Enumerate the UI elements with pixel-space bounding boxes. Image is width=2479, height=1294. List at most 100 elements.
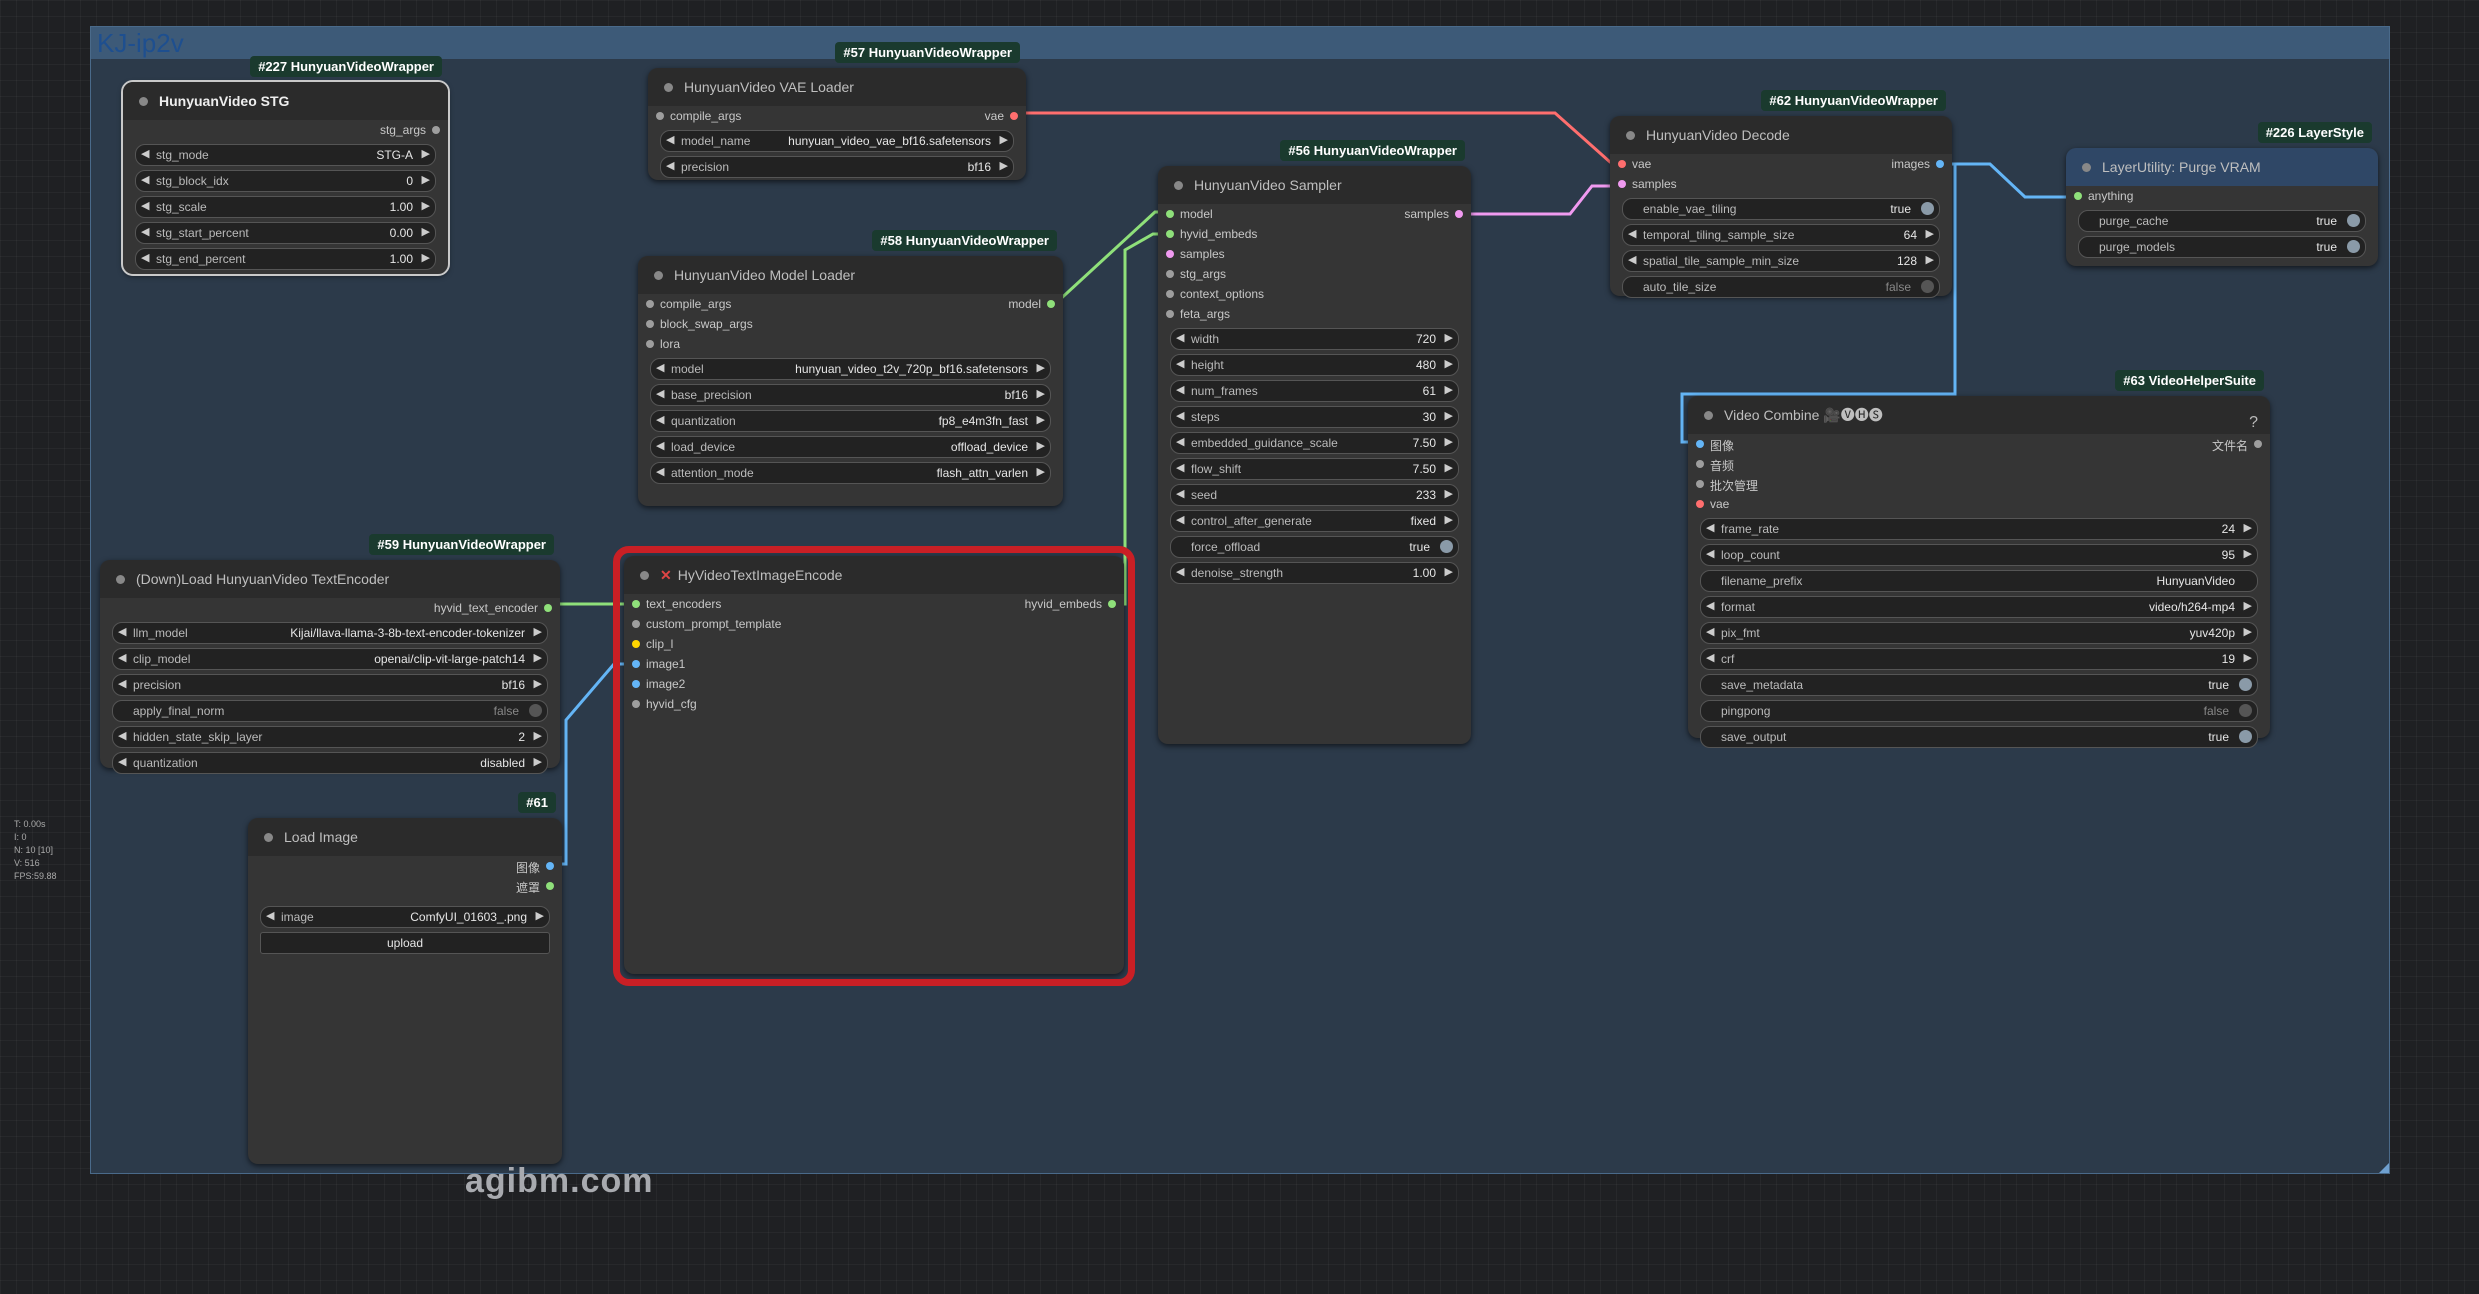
stg-widget[interactable]: ◀ stg_end_percent 1.00 ▶ (135, 248, 436, 270)
output-socket[interactable] (1936, 160, 1944, 168)
arrow-left-icon[interactable]: ◀ (1176, 409, 1184, 422)
input-socket[interactable] (632, 680, 640, 688)
input-slot[interactable]: image2 (624, 674, 1124, 694)
input-slot[interactable]: anything (2066, 186, 2378, 206)
arrow-right-icon[interactable]: ▶ (1037, 361, 1045, 374)
auto-tile-size-toggle[interactable]: auto_tile_size false (1622, 276, 1940, 298)
arrow-right-icon[interactable]: ▶ (1445, 435, 1453, 448)
arrow-right-icon[interactable]: ▶ (1926, 227, 1934, 240)
enable-vae-tiling-toggle[interactable]: enable_vae_tiling true (1622, 198, 1940, 220)
arrow-left-icon[interactable]: ◀ (1706, 547, 1714, 560)
video-combine-toggle[interactable]: pingpong false (1700, 700, 2258, 722)
force-offload-toggle[interactable]: force_offload true (1170, 536, 1459, 558)
video-combine-widget[interactable]: ◀ crf 19 ▶ (1700, 648, 2258, 670)
arrow-left-icon[interactable]: ◀ (1706, 521, 1714, 534)
arrow-left-icon[interactable]: ◀ (141, 199, 149, 212)
model-loader-widget[interactable]: ◀ quantization fp8_e4m3fn_fast ▶ (650, 410, 1051, 432)
arrow-right-icon[interactable]: ▶ (1445, 383, 1453, 396)
node-vae-loader[interactable]: #57 HunyuanVideoWrapper HunyuanVideo VAE… (648, 42, 1026, 180)
input-slot[interactable]: samples (1158, 244, 1471, 264)
input-socket[interactable] (1696, 460, 1704, 468)
output-slot[interactable]: hyvid_text_encoder (100, 598, 560, 618)
arrow-right-icon[interactable]: ▶ (2244, 521, 2252, 534)
input-socket[interactable] (1696, 500, 1704, 508)
arrow-right-icon[interactable]: ▶ (2244, 599, 2252, 612)
arrow-left-icon[interactable]: ◀ (1176, 357, 1184, 370)
arrow-right-icon[interactable]: ▶ (534, 677, 542, 690)
arrow-left-icon[interactable]: ◀ (118, 625, 126, 638)
arrow-left-icon[interactable]: ◀ (141, 173, 149, 186)
arrow-left-icon[interactable]: ◀ (118, 755, 126, 768)
arrow-right-icon[interactable]: ▶ (1037, 387, 1045, 400)
arrow-right-icon[interactable]: ▶ (1037, 439, 1045, 452)
video-combine-toggle[interactable]: save_metadata true (1700, 674, 2258, 696)
purge-toggle[interactable]: purge_models true (2078, 236, 2366, 258)
arrow-left-icon[interactable]: ◀ (1706, 599, 1714, 612)
input-socket[interactable] (632, 620, 640, 628)
sampler-widget[interactable]: ◀ embedded_guidance_scale 7.50 ▶ (1170, 432, 1459, 454)
arrow-left-icon[interactable]: ◀ (1176, 331, 1184, 344)
arrow-right-icon[interactable]: ▶ (536, 909, 544, 922)
input-slot[interactable]: samples (1610, 174, 1952, 194)
output-slot[interactable]: 遮罩 (248, 876, 562, 896)
model-loader-widget[interactable]: ◀ model hunyuan_video_t2v_720p_bf16.safete… (650, 358, 1051, 380)
output-socket[interactable] (1455, 210, 1463, 218)
arrow-right-icon[interactable]: ▶ (1445, 357, 1453, 370)
video-combine-widget[interactable]: filename_prefix HunyuanVideo (1700, 570, 2258, 592)
collapse-dot-icon[interactable] (264, 833, 273, 842)
video-combine-toggle[interactable]: save_output true (1700, 726, 2258, 748)
output-socket[interactable] (432, 126, 440, 134)
arrow-left-icon[interactable]: ◀ (141, 225, 149, 238)
input-slot[interactable]: block_swap_args (638, 314, 1063, 334)
stg-widget[interactable]: ◀ stg_mode STG-A ▶ (135, 144, 436, 166)
collapse-dot-icon[interactable] (640, 571, 649, 580)
arrow-left-icon[interactable]: ◀ (118, 677, 126, 690)
input-slot[interactable]: custom_prompt_template (624, 614, 1124, 634)
arrow-left-icon[interactable]: ◀ (1628, 227, 1636, 240)
arrow-right-icon[interactable]: ▶ (422, 199, 430, 212)
graph-canvas[interactable]: KJ-ip2v #227 HunyuanVideoWrapper Hunyuan… (0, 0, 2479, 1294)
output-socket[interactable] (1047, 300, 1055, 308)
collapse-dot-icon[interactable] (1626, 131, 1635, 140)
arrow-right-icon[interactable]: ▶ (422, 251, 430, 264)
arrow-left-icon[interactable]: ◀ (1176, 435, 1184, 448)
arrow-right-icon[interactable]: ▶ (422, 173, 430, 186)
arrow-right-icon[interactable]: ▶ (534, 651, 542, 664)
arrow-right-icon[interactable]: ▶ (1445, 487, 1453, 500)
node-decode[interactable]: #62 HunyuanVideoWrapper HunyuanVideo Dec… (1610, 90, 1952, 298)
input-slot[interactable]: 图像 文件名 (1688, 434, 2270, 454)
text-encoder-widget[interactable]: ◀ quantization disabled ▶ (112, 752, 548, 774)
arrow-right-icon[interactable]: ▶ (1926, 253, 1934, 266)
node-model-loader[interactable]: #58 HunyuanVideoWrapper HunyuanVideo Mod… (638, 230, 1063, 506)
image-select-widget[interactable]: ◀ image ComfyUI_01603_.png ▶ (260, 906, 550, 928)
arrow-left-icon[interactable]: ◀ (141, 147, 149, 160)
video-combine-widget[interactable]: ◀ pix_fmt yuv420p ▶ (1700, 622, 2258, 644)
arrow-left-icon[interactable]: ◀ (656, 361, 664, 374)
model-loader-widget[interactable]: ◀ load_device offload_device ▶ (650, 436, 1051, 458)
arrow-left-icon[interactable]: ◀ (1628, 253, 1636, 266)
arrow-left-icon[interactable]: ◀ (656, 439, 664, 452)
node-hunyuanvideo-stg[interactable]: #227 HunyuanVideoWrapper HunyuanVideo ST… (121, 56, 450, 276)
arrow-left-icon[interactable]: ◀ (1176, 513, 1184, 526)
node-title[interactable]: HunyuanVideo VAE Loader (648, 68, 1026, 106)
input-slot[interactable]: model samples (1158, 204, 1471, 224)
collapse-dot-icon[interactable] (1174, 181, 1183, 190)
input-socket[interactable] (632, 600, 640, 608)
denoise-strength-widget[interactable]: ◀ denoise_strength 1.00 ▶ (1170, 562, 1459, 584)
node-title[interactable]: Video Combine 🎥🅥🅗🅢? (1688, 396, 2270, 434)
sampler-widget[interactable]: ◀ steps 30 ▶ (1170, 406, 1459, 428)
text-encoder-widget[interactable]: ◀ llm_model Kijai/llava-llama-3-8b-text-en… (112, 622, 548, 644)
output-slot[interactable]: stg_args (123, 120, 448, 140)
stg-widget[interactable]: ◀ stg_scale 1.00 ▶ (135, 196, 436, 218)
arrow-right-icon[interactable]: ▶ (2244, 651, 2252, 664)
arrow-right-icon[interactable]: ▶ (2244, 625, 2252, 638)
arrow-right-icon[interactable]: ▶ (1445, 409, 1453, 422)
text-encoder-widget[interactable]: ◀ hidden_state_skip_layer 2 ▶ (112, 726, 548, 748)
input-socket[interactable] (1166, 230, 1174, 238)
input-socket[interactable] (1166, 250, 1174, 258)
output-socket[interactable] (546, 882, 554, 890)
collapse-dot-icon[interactable] (2082, 163, 2091, 172)
arrow-left-icon[interactable]: ◀ (1176, 565, 1184, 578)
node-sampler[interactable]: #56 HunyuanVideoWrapper HunyuanVideo Sam… (1158, 140, 1471, 744)
input-slot[interactable]: clip_l (624, 634, 1124, 654)
